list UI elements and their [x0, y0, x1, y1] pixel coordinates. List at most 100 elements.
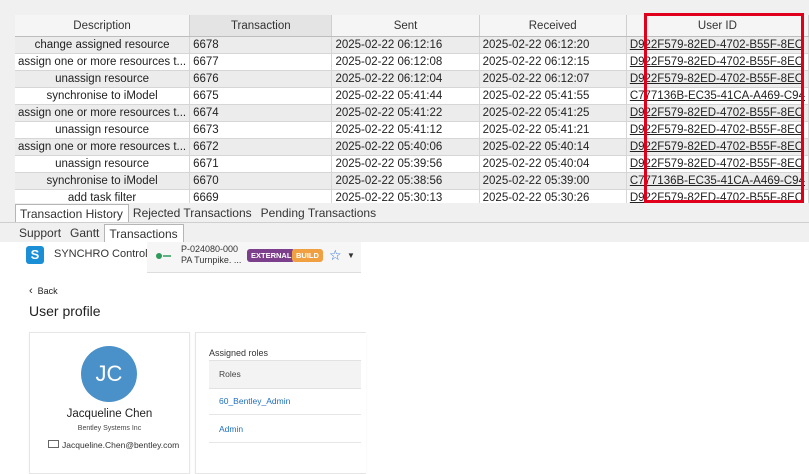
tab-support[interactable]: Support [15, 224, 66, 242]
cell-transaction: 6670 [189, 172, 333, 190]
cell-description: assign one or more resources t... [15, 138, 191, 156]
cell-sent: 2025-02-22 05:41:22 [331, 104, 480, 122]
history-tab-bar: Transaction History Rejected Transaction… [15, 204, 381, 222]
panel-divider [0, 222, 809, 223]
chevron-down-icon[interactable]: ▼ [347, 251, 355, 260]
cell-received: 2025-02-22 05:39:00 [479, 172, 627, 190]
table-row[interactable]: synchronise to iModel 6675 2025-02-22 05:4… [15, 87, 809, 105]
cell-sent: 2025-02-22 05:30:13 [331, 189, 480, 203]
cell-user-id: D922F579-82ED-4702-B55F-8EC [626, 189, 809, 203]
external-badge: EXTERNAL [247, 249, 296, 262]
cell-transaction: 6669 [189, 189, 333, 203]
cell-description: change assigned resource [15, 36, 191, 54]
column-header-sent[interactable]: Sent [331, 15, 480, 37]
build-badge: BUILD [292, 249, 323, 262]
cell-received: 2025-02-22 05:41:55 [479, 87, 627, 105]
table-row[interactable]: change assigned resource 6678 2025-02-22 0… [15, 36, 809, 54]
assigned-roles-card: Assigned roles Roles 60_Bentley_Admin Ad… [195, 332, 366, 474]
column-header-transaction[interactable]: Transaction [189, 15, 333, 37]
project-thumbnail-icon [156, 253, 171, 259]
cell-description: unassign resource [15, 121, 191, 139]
cell-user-id: D922F579-82ED-4702-B55F-8EC [626, 70, 809, 88]
table-row[interactable]: unassign resource 6671 2025-02-22 05:39:56… [15, 155, 809, 173]
back-link[interactable]: ‹ Back [29, 285, 58, 297]
role-row: 60_Bentley_Admin [209, 387, 361, 415]
synchro-logo-icon[interactable]: S [26, 246, 44, 264]
cell-user-id: C777136B-EC35-41CA-A469-C94 [626, 172, 809, 190]
cell-received: 2025-02-22 05:41:21 [479, 121, 627, 139]
cell-sent: 2025-02-22 06:12:16 [331, 36, 480, 54]
cell-received: 2025-02-22 06:12:15 [479, 53, 627, 71]
cell-description: unassign resource [15, 155, 191, 173]
cell-transaction: 6676 [189, 70, 333, 88]
cell-sent: 2025-02-22 05:38:56 [331, 172, 480, 190]
cell-user-id: D922F579-82ED-4702-B55F-8EC [626, 104, 809, 122]
cell-sent: 2025-02-22 05:41:44 [331, 87, 480, 105]
role-row: Admin [209, 415, 361, 443]
cell-received: 2025-02-22 06:12:20 [479, 36, 627, 54]
profile-card: JC Jacqueline Chen Bentley Systems Inc J… [29, 332, 190, 474]
cell-received: 2025-02-22 06:12:07 [479, 70, 627, 88]
role-link[interactable]: Admin [219, 424, 243, 434]
project-code: P-024080-000 [181, 244, 239, 254]
cell-transaction: 6673 [189, 121, 333, 139]
user-name: Jacqueline Chen [66, 408, 153, 420]
panel-tab-bar: Support Gantt Transactions [15, 224, 184, 242]
table-row[interactable]: assign one or more resources t... 6674 202… [15, 104, 809, 122]
cell-user-id: D922F579-82ED-4702-B55F-8EC [626, 138, 809, 156]
cell-transaction: 6677 [189, 53, 333, 71]
cell-received: 2025-02-22 05:40:14 [479, 138, 627, 156]
cell-transaction: 6672 [189, 138, 333, 156]
cell-description: add task filter [15, 189, 191, 203]
cell-sent: 2025-02-22 05:39:56 [331, 155, 480, 173]
back-label: Back [37, 286, 58, 296]
cell-sent: 2025-02-22 06:12:08 [331, 53, 480, 71]
table-row[interactable]: synchronise to iModel 6670 2025-02-22 05:3… [15, 172, 809, 190]
column-header-user-id[interactable]: User ID [626, 15, 809, 37]
app-header: S SYNCHRO Control P-024080-000 PA Turnpi… [0, 242, 362, 273]
transaction-history-window: Description Transaction Sent Received Us… [0, 0, 809, 242]
roles-title: Assigned roles [209, 348, 269, 358]
user-email: Jacqueline.Chen@bentley.com [48, 440, 179, 450]
user-organization: Bentley Systems Inc [77, 425, 142, 432]
cell-transaction: 6671 [189, 155, 333, 173]
project-name: PA Turnpike. ... [181, 255, 242, 265]
app-name: SYNCHRO Control [54, 248, 148, 260]
cell-user-id: D922F579-82ED-4702-B55F-8EC [626, 155, 809, 173]
table-row[interactable]: assign one or more resources t... 6677 202… [15, 53, 809, 71]
project-selector[interactable]: P-024080-000 PA Turnpike. ... EXTERNAL B… [147, 242, 361, 273]
cell-received: 2025-02-22 05:30:26 [479, 189, 627, 203]
transaction-grid: Description Transaction Sent Received Us… [15, 15, 809, 203]
tab-rejected-transactions[interactable]: Rejected Transactions [129, 204, 257, 222]
column-header-description[interactable]: Description [15, 15, 191, 37]
cell-user-id: D922F579-82ED-4702-B55F-8EC [626, 53, 809, 71]
cell-transaction: 6678 [189, 36, 333, 54]
cell-sent: 2025-02-22 05:41:12 [331, 121, 480, 139]
tab-transaction-history[interactable]: Transaction History [15, 204, 129, 222]
tab-gantt[interactable]: Gantt [66, 224, 104, 242]
table-row[interactable]: add task filter 6669 2025-02-22 05:30:13 20… [15, 189, 809, 203]
chevron-left-icon: ‹ [29, 285, 33, 297]
cell-user-id: C777136B-EC35-41CA-A469-C94 [626, 87, 809, 105]
cell-user-id: D922F579-82ED-4702-B55F-8EC [626, 121, 809, 139]
role-link[interactable]: 60_Bentley_Admin [219, 396, 290, 406]
favorite-star-icon[interactable]: ☆ [329, 248, 342, 262]
table-row[interactable]: assign one or more resources t... 6672 202… [15, 138, 809, 156]
cell-user-id: D922F579-82ED-4702-B55F-8EC [626, 36, 809, 54]
cell-description: assign one or more resources t... [15, 104, 191, 122]
tab-transactions[interactable]: Transactions [104, 224, 184, 242]
roles-column-header: Roles [219, 369, 241, 379]
user-email-text[interactable]: Jacqueline.Chen@bentley.com [62, 440, 179, 450]
page-title: User profile [29, 303, 101, 319]
cell-sent: 2025-02-22 06:12:04 [331, 70, 480, 88]
tab-pending-transactions[interactable]: Pending Transactions [257, 204, 381, 222]
table-row[interactable]: unassign resource 6673 2025-02-22 05:41:12… [15, 121, 809, 139]
table-row[interactable]: unassign resource 6676 2025-02-22 06:12:04… [15, 70, 809, 88]
cell-received: 2025-02-22 05:41:25 [479, 104, 627, 122]
cell-transaction: 6674 [189, 104, 333, 122]
cell-received: 2025-02-22 05:40:04 [479, 155, 627, 173]
mail-icon [48, 440, 59, 448]
cell-description: unassign resource [15, 70, 191, 88]
column-header-received[interactable]: Received [479, 15, 627, 37]
roles-table-header: Roles [209, 360, 361, 389]
